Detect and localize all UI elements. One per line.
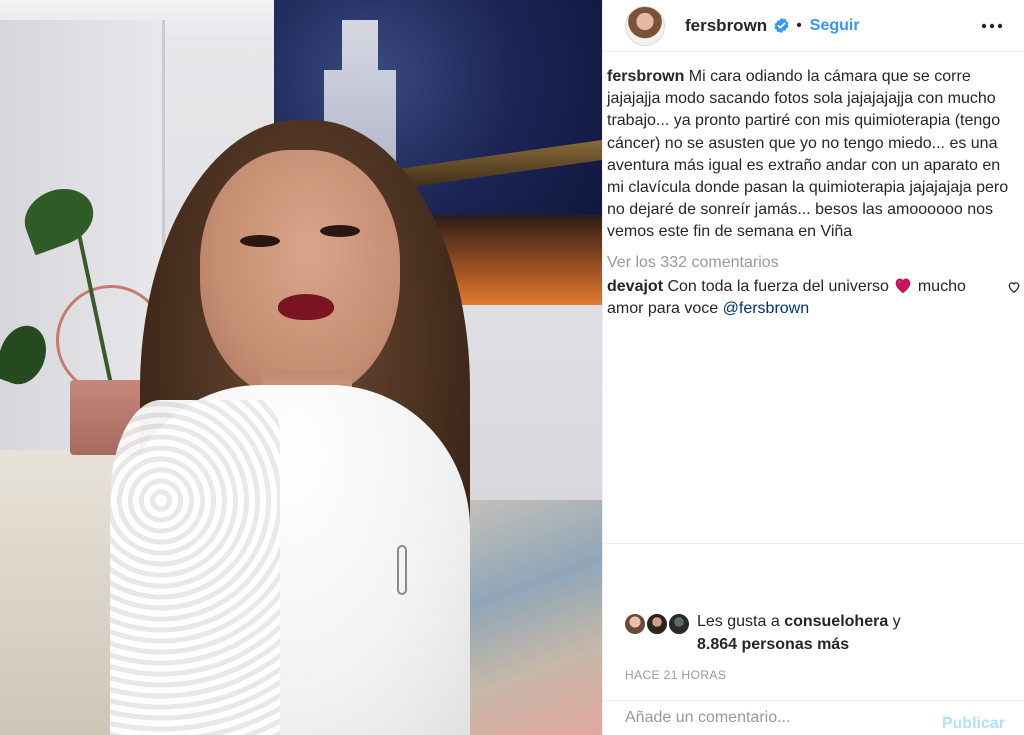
likes-connector: y (892, 613, 901, 630)
post-header: fersbrown • Seguir (603, 0, 1024, 52)
likes-prefix: Les gusta a (697, 613, 780, 630)
photo-eye (240, 235, 280, 247)
verified-badge-icon (774, 17, 789, 34)
comments-section: fersbrown Mi cara odiando la cámara que … (603, 66, 1024, 320)
avatar (623, 612, 647, 636)
header-separator: • (796, 16, 802, 34)
caption-text: Mi cara odiando la cámara que se corre j… (607, 68, 1009, 241)
actions-divider (603, 543, 1024, 544)
post-timestamp[interactable]: HACE 21 HORAS (625, 668, 726, 682)
add-comment-bar: Publicar (603, 700, 1024, 735)
likes-text: Les gusta a consuelohera y 8.864 persona… (697, 610, 901, 656)
post-photo[interactable] (0, 0, 602, 735)
photo-sleeve (110, 400, 280, 735)
heart-emoji (896, 278, 911, 293)
likes-first-user[interactable]: consuelohera (784, 613, 888, 630)
likes-summary: Les gusta a consuelohera y 8.864 persona… (623, 610, 1023, 656)
view-all-comments-link[interactable]: Ver los 332 comentarios (607, 252, 1019, 274)
comment-username[interactable]: devajot (607, 278, 663, 295)
more-options-icon[interactable] (981, 16, 1003, 36)
post-side-panel: fersbrown • Seguir fersbrown Mi cara odi… (602, 0, 1024, 735)
photo-lips (278, 294, 334, 320)
photo-eye (320, 225, 360, 237)
avatar (667, 612, 691, 636)
post-username[interactable]: fersbrown (685, 16, 767, 36)
avatar (645, 612, 669, 636)
comment-mention[interactable]: @fersbrown (723, 300, 810, 317)
comment-text-before: Con toda la fuerza del universo (667, 277, 889, 295)
follow-button[interactable]: Seguir (810, 17, 860, 35)
comment-input[interactable] (625, 709, 925, 727)
photo-zipper (397, 545, 407, 595)
publish-button[interactable]: Publicar (942, 715, 1005, 733)
likes-others-link[interactable]: 8.864 personas más (697, 636, 849, 653)
heart-outline-icon[interactable] (1007, 280, 1021, 294)
post-caption: fersbrown Mi cara odiando la cámara que … (607, 66, 1019, 244)
avatar[interactable] (625, 5, 665, 46)
photo-face (200, 150, 400, 400)
caption-username[interactable]: fersbrown (607, 68, 684, 85)
comment-item: devajot Con toda la fuerza del universo … (607, 276, 1021, 320)
liker-avatars[interactable] (623, 610, 693, 638)
